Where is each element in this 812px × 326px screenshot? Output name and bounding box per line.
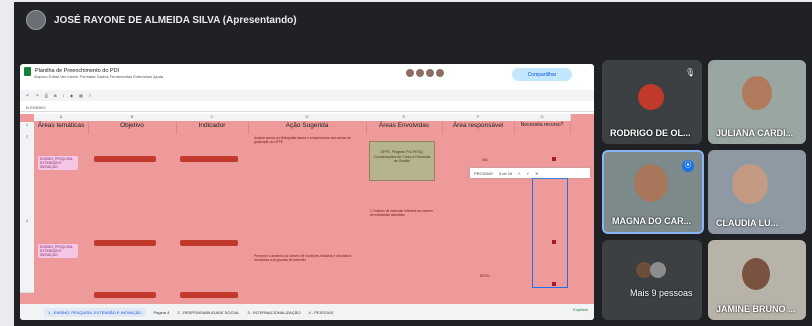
tab-internacionalizacao[interactable]: 3 - INTERNACIONALIZAÇÃO — [247, 310, 300, 315]
participant-tile[interactable]: JAMINE BRUNO ... — [708, 240, 806, 320]
fill-color-icon[interactable]: ◆ — [70, 93, 73, 98]
avatar — [638, 84, 664, 110]
meet-window: JOSÉ RAYONE DE ALMEIDA SILVA (Apresentan… — [14, 2, 812, 326]
action-cell[interactable]: Ampliar acervo da bibliografia básica e … — [254, 136, 362, 196]
borders-icon[interactable]: ▦ — [79, 93, 83, 98]
align-icon[interactable]: ≡ — [89, 93, 91, 98]
find-count: 3 de 16 — [498, 170, 513, 176]
responsavel-cell[interactable]: BIB — [470, 158, 500, 162]
collaborator-avatars — [406, 69, 444, 77]
header-necessita-recurso: Necessita recurso? — [514, 122, 571, 134]
envolvidas-cell[interactable]: 1. Número de extensão referente ao númer… — [370, 209, 436, 284]
redo-icon[interactable]: ↷ — [35, 93, 38, 98]
header-area-responsavel: Área responsável — [442, 122, 515, 134]
bold-icon[interactable]: B — [54, 93, 57, 98]
close-icon[interactable]: ✕ — [535, 171, 538, 176]
avatar — [742, 76, 772, 110]
share-button[interactable]: Compartilhar — [512, 68, 572, 81]
header-areas-envolvidas: Áreas Envolvidas — [366, 122, 443, 134]
avatar — [742, 258, 770, 290]
participant-name: JAMINE BRUNO ... — [716, 304, 796, 314]
indicator-chip[interactable] — [180, 292, 238, 298]
responsavel-cell[interactable]: DEXEL — [470, 274, 500, 278]
objective-chip[interactable] — [94, 156, 156, 162]
action-cell[interactable]: Promover o aumento do número de monitore… — [254, 254, 362, 284]
sheet-menu[interactable]: Arquivo Editar Ver Inserir Formatar Dado… — [34, 74, 163, 79]
print-icon[interactable]: ⎙ — [45, 93, 48, 98]
tab-responsabilidade[interactable]: 2 - RESPONSABILIDADE SOCIAL — [177, 310, 239, 315]
formula-bar[interactable]: fx ENSINO — [20, 103, 594, 112]
sheets-icon — [24, 66, 31, 76]
tab-ensino[interactable]: 1 - ENSINO, PESQUISA, EXTENSÃO E INOVAÇÃ… — [44, 307, 146, 317]
sheet-toolbar[interactable]: ↶ ↷ ⎙ B I ◆ ▦ ≡ — [20, 90, 594, 101]
column-a[interactable]: A — [34, 114, 89, 121]
avatar — [650, 262, 666, 278]
header-areas-tematicas: Áreas temáticas — [34, 122, 89, 134]
presenter-label: JOSÉ RAYONE DE ALMEIDA SILVA (Apresentan… — [54, 14, 297, 26]
column-c[interactable]: C — [176, 114, 249, 121]
shared-screen[interactable]: Planilha de Preenchimento do PDI Arquivo… — [20, 64, 594, 320]
objective-chip[interactable] — [94, 240, 156, 246]
column-f[interactable]: F — [442, 114, 515, 121]
area-chip[interactable]: ENSINO, PESQUISA, EXTENSÃO E INOVAÇÃO — [38, 156, 78, 170]
header-objetivo: Objetivo — [88, 122, 177, 134]
find-bar[interactable]: PROXIMO 3 de 16 ˄ ˅ ✕ — [470, 168, 590, 178]
column-e[interactable]: E — [366, 114, 443, 121]
explore-button[interactable]: Explorar — [573, 307, 588, 312]
selected-range[interactable] — [532, 178, 568, 288]
participant-name: JULIANA CARDI... — [716, 128, 794, 138]
objective-chip[interactable] — [94, 292, 156, 298]
more-participants-tile[interactable]: Mais 9 pessoas — [602, 240, 702, 320]
participant-name: RODRIGO DE OL... — [610, 128, 691, 138]
header-acao-sugerida: Ação Sugerida — [248, 122, 367, 134]
presenter-avatar — [26, 10, 46, 30]
column-d[interactable]: D — [248, 114, 367, 121]
avatar — [634, 164, 668, 202]
checkbox-icon[interactable] — [552, 157, 556, 161]
indicator-chip[interactable] — [180, 156, 238, 162]
find-label: PROXIMO — [474, 170, 493, 176]
sheet-tabs[interactable]: 1 - ENSINO, PESQUISA, EXTENSÃO E INOVAÇÃ… — [20, 304, 594, 320]
participant-tile[interactable]: ⦿ MAGNA DO CAR... — [602, 150, 704, 234]
header-indicador: Indicador — [176, 122, 249, 134]
participant-name: CLAUDIA LU... — [716, 218, 779, 228]
area-chip[interactable]: ENSINO, PESQUISA, EXTENSÃO E INOVAÇÃO — [38, 244, 78, 258]
tab-pessoas[interactable]: 4 - PESSOAS — [308, 310, 333, 315]
presenter-bar: JOSÉ RAYONE DE ALMEIDA SILVA (Apresentan… — [14, 2, 812, 38]
participant-tile[interactable]: CLAUDIA LU... — [708, 150, 806, 234]
avatar — [732, 164, 768, 204]
italic-icon[interactable]: I — [63, 93, 64, 98]
participant-tile[interactable]: 🎙 RODRIGO DE OL... — [602, 60, 702, 144]
more-people-label: Mais 9 pessoas — [630, 288, 693, 298]
participant-tile[interactable]: JULIANA CARDI... — [708, 60, 806, 144]
column-g[interactable]: G — [514, 114, 571, 121]
participant-name: MAGNA DO CAR... — [612, 216, 692, 226]
chevron-down-icon[interactable]: ˅ — [527, 171, 529, 176]
envolvidas-cell[interactable]: UFPE, Program Pró-PESQ, Coordenações de … — [369, 141, 435, 181]
chevron-up-icon[interactable]: ˄ — [518, 171, 520, 176]
speaking-icon: ⦿ — [682, 160, 694, 172]
indicator-chip[interactable] — [180, 240, 238, 246]
spreadsheet-grid[interactable]: A B C D E F G 1 2 3 Áreas temáticas Obje… — [20, 114, 594, 304]
undo-icon[interactable]: ↶ — [26, 93, 29, 98]
column-b[interactable]: B — [88, 114, 177, 121]
mic-off-icon: 🎙 — [685, 68, 696, 77]
tab-pagina4[interactable]: Página 4 — [154, 310, 170, 315]
